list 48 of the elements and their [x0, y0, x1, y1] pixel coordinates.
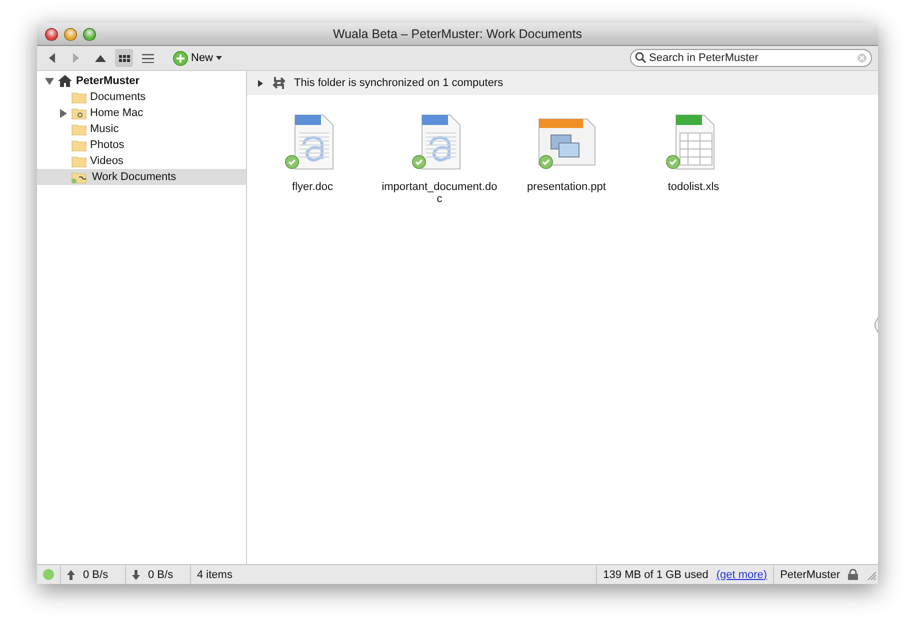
user-name: PeterMuster: [780, 568, 840, 580]
file-name[interactable]: important_document.doc: [380, 181, 498, 205]
tree-item[interactable]: Music: [37, 121, 246, 137]
folder-icon: [71, 90, 87, 104]
new-button[interactable]: New: [171, 50, 226, 66]
lock-icon: [848, 569, 858, 580]
download-arrow-icon: [132, 570, 140, 580]
synced-folder-icon: [71, 106, 87, 120]
get-more-link[interactable]: (get more): [716, 568, 768, 580]
upload-speed: 0 B/s: [83, 568, 108, 580]
back-arrow-icon: [48, 53, 56, 63]
tree-item[interactable]: Work Documents: [37, 169, 246, 185]
tree-item[interactable]: Documents: [37, 89, 246, 105]
search-icon: [635, 52, 646, 63]
file-name[interactable]: todolist.xls: [634, 181, 752, 193]
grid-icon: [118, 54, 130, 62]
forward-arrow-icon: [72, 53, 80, 63]
zoom-button[interactable]: [83, 28, 96, 40]
plus-icon: [173, 50, 188, 66]
search-field[interactable]: Search in PeterMuster: [630, 49, 872, 67]
file-name[interactable]: flyer.doc: [254, 181, 372, 193]
tree-item[interactable]: Photos: [37, 137, 246, 153]
tree-item[interactable]: PeterMuster: [37, 73, 246, 89]
window-title: Wuala Beta – PeterMuster: Work Documents: [333, 27, 582, 41]
folder-icon: [71, 122, 87, 136]
disclosure-triangle[interactable]: [257, 80, 264, 86]
clear-icon: [857, 53, 867, 63]
up-arrow-icon: [94, 54, 106, 62]
minimize-button[interactable]: [64, 28, 77, 40]
close-button[interactable]: [45, 28, 58, 40]
tree-item[interactable]: Videos: [37, 153, 246, 169]
download-speed: 0 B/s: [148, 568, 174, 580]
folder-icon: [71, 138, 87, 152]
home-icon: [57, 74, 73, 88]
caret-icon: [216, 56, 224, 60]
sync-arrows-icon: [272, 76, 286, 90]
file-name[interactable]: presentation.ppt: [508, 181, 626, 193]
tree-item[interactable]: Home Mac: [37, 105, 246, 121]
sync-status-text: This folder is synchronized on 1 computers: [294, 77, 504, 89]
shared-folder-icon: [71, 170, 89, 184]
icon-view-button[interactable]: [115, 49, 133, 67]
resize-grip-icon: [866, 570, 876, 580]
list-icon: [142, 54, 154, 62]
upload-arrow-icon: [67, 570, 75, 580]
expanded-triangle-icon: [45, 76, 54, 86]
item-count: 4 items: [197, 568, 232, 580]
collapsed-triangle-icon: [59, 108, 68, 118]
storage-usage: 139 MB of 1 GB used: [603, 568, 708, 580]
